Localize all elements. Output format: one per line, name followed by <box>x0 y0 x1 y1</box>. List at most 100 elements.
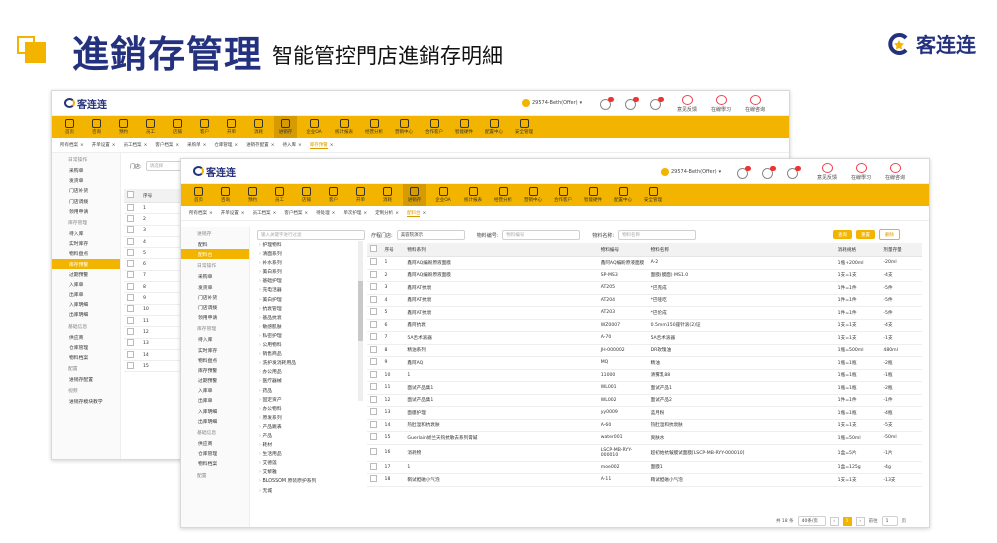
table-row[interactable]: 3 鑫阿AT抗衰 AT205 *巴克成 1件=1件 -5件 <box>367 281 922 295</box>
table-row[interactable]: 5 鑫阿AT抗衰 AT203 *巴伦成 1件=1件 -5件 <box>367 306 922 320</box>
nav-item[interactable]: 员工 <box>139 119 162 135</box>
bell-icon[interactable] <box>600 97 614 110</box>
name-input[interactable]: 物料名称 <box>618 230 697 240</box>
nav-item[interactable]: 配置中心 <box>481 119 507 135</box>
tree-node[interactable]: › 清面系列 <box>259 250 359 259</box>
sidebar-item[interactable]: 物料档案 <box>52 352 120 362</box>
table-row[interactable]: 15 Guerlain娇兰天钩抗敏去系列膏碱 water001 爽肤水 1瓶=50ml -… <box>367 431 922 445</box>
row-checkbox[interactable] <box>367 294 382 307</box>
tree-node[interactable]: › 补水系列 <box>259 259 359 268</box>
nav-item[interactable]: 合作客户 <box>421 119 447 135</box>
row-checkbox[interactable] <box>367 319 382 332</box>
tab-close-icon[interactable]: × <box>203 143 207 148</box>
sidebar-item[interactable]: 仓库管理 <box>181 448 249 458</box>
tab-close-icon[interactable]: × <box>395 211 399 216</box>
table-row[interactable]: 11 面试产品集1 WL001 面试产品1 1瓶=1瓶 -2瓶 <box>367 381 922 395</box>
nav-item[interactable]: 配置中心 <box>610 187 636 203</box>
sidebar-item[interactable]: 发货单 <box>52 175 120 185</box>
row-checkbox[interactable] <box>124 360 140 373</box>
tab-close-icon[interactable]: × <box>241 211 245 216</box>
tree-node[interactable]: › 固定资产 <box>259 396 359 405</box>
table-row[interactable]: 18 鞘试妲磁小气泡 A-11 鞘试妲磁小气泡 1支=1支 -13支 <box>367 473 922 487</box>
table-row[interactable]: 6 <box>124 258 184 271</box>
row-checkbox[interactable] <box>367 381 382 395</box>
row-checkbox[interactable] <box>124 236 140 249</box>
tree-node[interactable]: › 美白系列 <box>259 268 359 277</box>
nav-item[interactable]: 安全管理 <box>640 187 666 203</box>
row-checkbox[interactable] <box>367 419 382 432</box>
table-row[interactable]: 10 1 11000 清雾乳88 1瓶=1瓶 -1瓶 <box>367 369 922 382</box>
tab-item[interactable]: 客户档案 <box>155 142 173 148</box>
table-row[interactable]: 4 鑫阿AT抗衰 AT204 *巴哑吃 1件=1件 -5件 <box>367 294 922 307</box>
sidebar-item[interactable]: 配料 <box>181 239 249 249</box>
row-checkbox[interactable] <box>124 225 140 237</box>
nav-item[interactable]: 智能硬件 <box>451 119 477 135</box>
sidebar-item[interactable]: 实时库存 <box>181 345 249 355</box>
sidebar-item[interactable]: 配料台 <box>181 249 249 260</box>
tree-node[interactable]: › 原发系列 <box>259 414 359 423</box>
learn-link[interactable]: 在線學习 <box>711 95 731 113</box>
nav-item[interactable]: 经营分析 <box>361 119 387 135</box>
sidebar-item[interactable]: 物料盘点 <box>52 248 120 258</box>
row-checkbox[interactable] <box>367 344 382 357</box>
goto-input[interactable]: 1 <box>881 516 898 526</box>
page-current[interactable]: 1 <box>842 516 852 526</box>
table-row[interactable]: 5 <box>124 247 184 260</box>
sidebar-item[interactable]: 实时库存 <box>52 238 120 248</box>
row-checkbox[interactable] <box>124 315 140 328</box>
row-checkbox[interactable] <box>124 202 140 215</box>
tab-item[interactable]: 开单设置 <box>92 142 110 148</box>
tree-node[interactable]: › 基品抗衰 <box>259 314 359 323</box>
nav-item[interactable]: 企业OA <box>301 119 327 135</box>
delete-button[interactable]: 删除 <box>879 229 900 240</box>
table-row[interactable]: 1 鑫阿AQ编盼原液面膜 鑫阿AQ编盼原液面膜 A-2 1瓶+200ml -20ml <box>367 256 922 270</box>
sidebar-item[interactable]: 领用申请 <box>52 206 120 216</box>
tree-node[interactable]: › 充电活器 <box>259 286 359 295</box>
task-icon[interactable] <box>787 166 801 179</box>
row-checkbox[interactable] <box>367 269 382 282</box>
feedback-link[interactable]: 意见反馈 <box>677 95 697 113</box>
tree-node[interactable]: › 办公用品 <box>259 368 359 377</box>
tab-close-icon[interactable]: × <box>175 143 179 148</box>
tab-close-icon[interactable]: × <box>80 143 84 148</box>
tab-close-icon[interactable]: × <box>298 143 302 148</box>
row-checkbox[interactable] <box>367 331 382 345</box>
table-row[interactable]: 12 <box>124 326 184 339</box>
nav-item[interactable]: 营销中心 <box>391 119 417 135</box>
table-row[interactable]: 8 精油系列 JH-000002 DR玫瑰油 1瓶=500ml 480ml <box>367 344 922 357</box>
tree-node[interactable]: › 洗护发消耗用品 <box>259 359 359 368</box>
tab-item[interactable]: 单次护理 <box>343 210 361 216</box>
tree-node[interactable]: › 办公物料 <box>259 405 359 414</box>
table-row[interactable]: 13 面膜护理 yy0009 蓝月粉 1瓶=1瓶 -4瓶 <box>367 406 922 420</box>
store-select[interactable]: 美容院演示 <box>396 230 465 240</box>
tree-node[interactable]: › 药品 <box>259 387 359 396</box>
sidebar-item[interactable]: 供应商 <box>52 332 120 342</box>
tab-close-icon[interactable]: × <box>112 143 116 148</box>
tab-item[interactable]: 所有档案 <box>60 142 78 148</box>
row-checkbox[interactable] <box>124 326 140 339</box>
tree-node[interactable]: › 生活用品 <box>259 450 359 459</box>
tab-item[interactable]: 所有档案 <box>189 210 207 216</box>
nav-item[interactable]: 首页 <box>187 187 210 203</box>
row-checkbox[interactable] <box>367 473 382 487</box>
user-menu[interactable]: 29574-Beth(Offer) ▾ <box>522 99 582 107</box>
table-row[interactable]: 12 面试产品集1 WL002 面试产品2 1件=1件 -1件 <box>367 394 922 407</box>
table-row[interactable]: 11 <box>124 315 184 328</box>
tab-item[interactable]: 员工档案 <box>124 142 142 148</box>
table-row[interactable]: 16 消耗物 LSCP-MB-RYY-000010 超初始抗皱膜试面膜[LSCP-MB… <box>367 444 922 462</box>
sidebar-item[interactable]: 门店调拨 <box>181 302 249 312</box>
nav-item[interactable]: 店铺 <box>166 119 189 135</box>
row-checkbox[interactable] <box>124 304 140 316</box>
tree-scrollbar[interactable] <box>358 241 363 401</box>
row-checkbox[interactable] <box>124 338 140 350</box>
row-checkbox[interactable] <box>124 270 140 283</box>
nav-item[interactable]: 消耗 <box>376 187 399 203</box>
task-icon[interactable] <box>650 97 664 110</box>
sidebar-item[interactable]: 门店补货 <box>52 185 120 195</box>
nav-item[interactable]: 消耗 <box>247 119 270 135</box>
sidebar-item[interactable]: 出库单 <box>52 289 120 299</box>
tab-item[interactable]: 定制分析 <box>375 210 393 216</box>
tree-node[interactable]: › 医疗器械 <box>259 377 359 386</box>
table-row[interactable]: 4 <box>124 236 184 249</box>
table-row[interactable]: 10 <box>124 304 184 316</box>
